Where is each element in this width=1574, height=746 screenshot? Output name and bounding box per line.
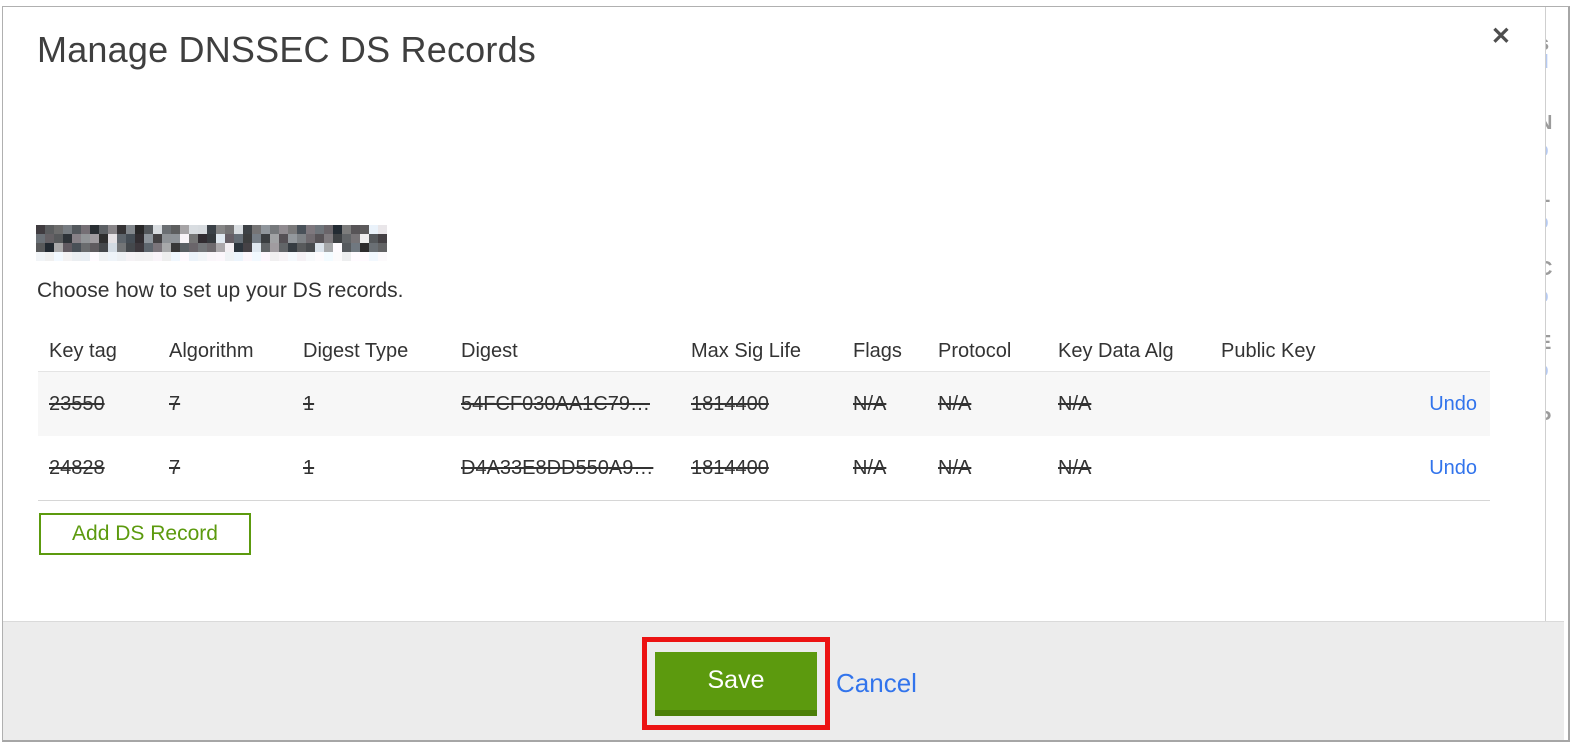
clipped-text-fragment: N <box>1546 113 1552 133</box>
record-cell: 1814400 <box>691 456 769 479</box>
clipped-text-fragment: E <box>1546 333 1551 353</box>
clipped-text-fragment: d <box>1546 53 1549 72</box>
background-page-strip: sdNoLoCoEoPl <box>1546 7 1568 621</box>
save-button[interactable]: Save <box>655 651 817 716</box>
ds-records-table: Key tag Algorithm Digest Type Digest Max Sig… <box>38 331 1490 501</box>
record-cell: 1 <box>303 392 315 415</box>
record-cell: N/A <box>853 456 887 479</box>
record-cell: 23550 <box>49 392 105 415</box>
record-cell: 54FCF030AA1C79… <box>461 392 650 415</box>
annotation-highlight: Save <box>642 637 830 730</box>
column-header: Public Key <box>1221 339 1316 362</box>
column-header: Digest Type <box>303 339 409 362</box>
record-cell: N/A <box>938 456 972 479</box>
subtitle: Choose how to set up your DS records. <box>37 279 404 302</box>
record-cell: 24828 <box>49 456 105 479</box>
column-header: Digest <box>461 339 518 362</box>
column-header: Flags <box>853 339 902 362</box>
clipped-text-fragment: o <box>1546 287 1549 306</box>
record-cell: 1 <box>303 456 315 479</box>
modal-title: Manage DNSSEC DS Records <box>37 29 536 70</box>
clipped-text-fragment: C <box>1546 259 1552 279</box>
undo-link[interactable]: Undo <box>1429 457 1477 479</box>
close-icon[interactable]: ✕ <box>1491 25 1511 49</box>
record-cell: N/A <box>853 392 887 415</box>
column-header: Key tag <box>49 339 117 362</box>
action-cell: Undo <box>1418 393 1490 416</box>
column-header: Algorithm <box>169 339 254 362</box>
dnssec-modal: Manage DNSSEC DS Records ✕ Choose how to… <box>3 7 1546 621</box>
modal-footer: Save Cancel <box>3 621 1564 740</box>
action-cell: Undo <box>1418 457 1490 480</box>
record-cell: N/A <box>1058 392 1092 415</box>
clipped-text-fragment: P <box>1546 409 1551 429</box>
record-cell: N/A <box>1058 456 1092 479</box>
cancel-link[interactable]: Cancel <box>836 668 917 699</box>
column-header: Max Sig Life <box>691 339 802 362</box>
clipped-text-fragment: o <box>1546 213 1549 232</box>
column-header: Key Data Alg <box>1058 339 1174 362</box>
table-header: Key tag Algorithm Digest Type Digest Max Sig… <box>38 331 1490 372</box>
page-frame: Manage DNSSEC DS Records ✕ Choose how to… <box>2 6 1570 742</box>
record-cell: 1814400 <box>691 392 769 415</box>
table-body: 23550 7 1 54FCF030AA1C79… 1814400 N/A N/A N/A Un… <box>38 372 1490 501</box>
add-ds-record-button[interactable]: Add DS Record <box>39 513 251 555</box>
clipped-text-fragment: o <box>1546 361 1549 380</box>
clipped-text-fragment: L <box>1546 186 1550 206</box>
column-header: Protocol <box>938 339 1012 362</box>
record-cell: N/A <box>938 392 972 415</box>
undo-link[interactable]: Undo <box>1429 393 1477 415</box>
table-row: 24828 7 1 D4A33E8DD550A9… 1814400 N/A N/A N/A Un… <box>38 436 1490 500</box>
record-cell: 7 <box>169 456 181 479</box>
table-row: 23550 7 1 54FCF030AA1C79… 1814400 N/A N/A N/A Un… <box>38 372 1490 436</box>
clipped-text-fragment: o <box>1546 141 1549 160</box>
record-cell: 7 <box>169 392 181 415</box>
record-cell: D4A33E8DD550A9… <box>461 456 654 479</box>
clipped-text-fragment: s <box>1546 34 1549 54</box>
redacted-domain <box>36 225 387 261</box>
